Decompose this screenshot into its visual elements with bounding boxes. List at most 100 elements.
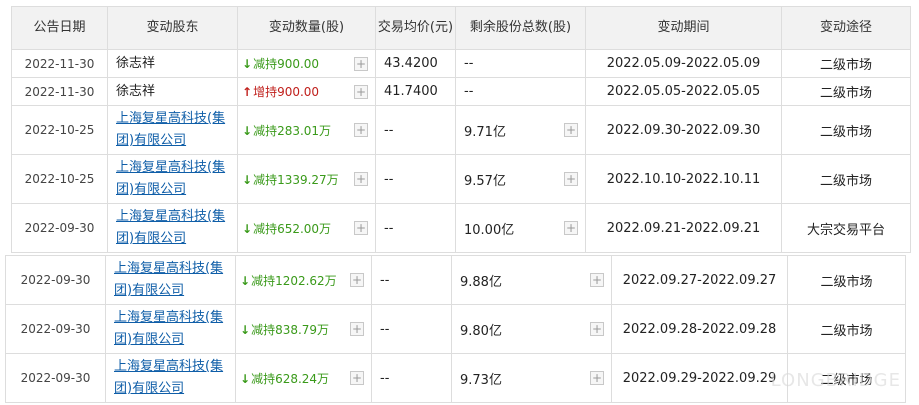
cell-change: ↓减持628.24万 + (235, 353, 372, 403)
holder-name: 徐志祥 (116, 55, 156, 71)
cell-holder: 徐志祥 (107, 77, 238, 106)
cell-holder: 上海复星高科技(集团)有限公司 (107, 154, 238, 204)
holder-link[interactable]: 上海复星高科技(集团)有限公司 (114, 310, 223, 347)
remaining-value: 9.71亿 (464, 124, 506, 140)
expand-plus-icon[interactable]: + (354, 84, 368, 99)
cell-change: ↓减持1202.62万 + (235, 255, 372, 305)
expand-plus-icon[interactable]: + (564, 172, 578, 186)
header-holder: 变动股东 (107, 6, 238, 50)
table-row: 2022-09-30 上海复星高科技(集团)有限公司 ↓减持1202.62万 + -- 9… (5, 255, 906, 305)
cell-holder: 上海复星高科技(集团)有限公司 (105, 255, 236, 305)
holder-link[interactable]: 上海复星高科技(集团)有限公司 (114, 261, 223, 298)
cell-price: 41.7400 (375, 77, 456, 106)
expand-plus-icon[interactable]: + (590, 322, 604, 336)
cell-route: 二级市场 (787, 304, 906, 354)
up-arrow-icon: ↑ (242, 85, 253, 99)
cell-date: 2022-09-30 (5, 304, 106, 354)
expand-plus-icon[interactable]: + (590, 273, 604, 287)
down-arrow-icon: ↓ (240, 273, 251, 288)
expand-plus-icon[interactable]: + (354, 123, 368, 137)
cell-date: 2022-09-30 (11, 203, 108, 253)
holder-link[interactable]: 上海复星高科技(集团)有限公司 (116, 160, 225, 197)
cell-date: 2022-10-25 (11, 154, 108, 204)
cell-price: -- (375, 203, 456, 253)
cell-remaining: 10.00亿 + (455, 203, 586, 253)
holder-name: 徐志祥 (116, 83, 156, 99)
expand-plus-icon[interactable]: + (564, 221, 578, 235)
header-route: 变动途径 (781, 6, 911, 50)
down-arrow-icon: ↓ (240, 322, 251, 337)
expand-plus-icon[interactable]: + (354, 221, 368, 235)
cell-period: 2022.09.21-2022.09.21 (585, 203, 782, 253)
cell-period: 2022.09.29-2022.09.29 (611, 353, 788, 403)
header-remaining: 剩余股份总数(股) (455, 6, 586, 50)
table-row: 2022-09-30 上海复星高科技(集团)有限公司 ↓减持838.79万 + -- 9.… (5, 304, 906, 354)
change-value: 减持1202.62万 (251, 273, 337, 288)
cell-price: -- (371, 353, 452, 403)
change-value: 减持283.01万 (253, 123, 332, 138)
down-arrow-icon: ↓ (242, 172, 253, 187)
table-header-row: 公告日期 变动股东 变动数量(股) 交易均价(元) 剩余股份总数(股) 变动期间… (11, 6, 911, 50)
expand-plus-icon[interactable]: + (354, 56, 368, 71)
cell-holder: 上海复星高科技(集团)有限公司 (105, 353, 236, 403)
expand-plus-icon[interactable]: + (350, 322, 364, 336)
holder-link[interactable]: 上海复星高科技(集团)有限公司 (116, 111, 225, 148)
holder-change-table: 公告日期 变动股东 变动数量(股) 交易均价(元) 剩余股份总数(股) 变动期间… (11, 6, 911, 253)
cell-change: ↓减持1339.27万 + (237, 154, 376, 204)
cell-route: 二级市场 (781, 49, 911, 78)
header-price: 交易均价(元) (375, 6, 456, 50)
cell-change: ↑增持900.00 + (237, 77, 376, 106)
change-value: 减持1339.27万 (253, 172, 339, 187)
cell-price: -- (375, 154, 456, 204)
cell-period: 2022.10.10-2022.10.11 (585, 154, 782, 204)
cell-period: 2022.05.05-2022.05.05 (585, 77, 782, 106)
cell-period: 2022.05.09-2022.05.09 (585, 49, 782, 78)
change-value: 减持838.79万 (251, 322, 330, 337)
change-value: 增持900.00 (253, 85, 320, 99)
cell-date: 2022-11-30 (11, 77, 108, 106)
cell-date: 2022-10-25 (11, 105, 108, 155)
cell-remaining: 9.57亿 + (455, 154, 586, 204)
cell-price: -- (371, 304, 452, 354)
cell-period: 2022.09.28-2022.09.28 (611, 304, 788, 354)
cell-route: 二级市场 (781, 77, 911, 106)
cell-price: -- (375, 105, 456, 155)
cell-remaining: 9.80亿 + (451, 304, 612, 354)
expand-plus-icon[interactable]: + (354, 172, 368, 186)
cell-route: 二级市场 (787, 255, 906, 305)
down-arrow-icon: ↓ (242, 221, 253, 236)
table-row: 2022-09-30 上海复星高科技(集团)有限公司 ↓减持652.00万 + -- 10… (11, 203, 911, 253)
cell-holder: 上海复星高科技(集团)有限公司 (107, 105, 238, 155)
cell-change: ↓减持283.01万 + (237, 105, 376, 155)
remaining-value: -- (464, 56, 474, 71)
cell-remaining: 9.71亿 + (455, 105, 586, 155)
holder-link[interactable]: 上海复星高科技(集团)有限公司 (116, 209, 225, 246)
down-arrow-icon: ↓ (242, 57, 253, 71)
expand-plus-icon[interactable]: + (350, 371, 364, 385)
change-value: 减持652.00万 (253, 221, 332, 236)
remaining-value: 9.80亿 (460, 323, 502, 339)
cell-change: ↓减持652.00万 + (237, 203, 376, 253)
cell-route: 二级市场 (781, 154, 911, 204)
header-date: 公告日期 (11, 6, 108, 50)
change-value: 减持900.00 (253, 57, 320, 71)
down-arrow-icon: ↓ (242, 123, 253, 138)
cell-holder: 徐志祥 (107, 49, 238, 78)
expand-plus-icon[interactable]: + (590, 371, 604, 385)
header-period: 变动期间 (585, 6, 782, 50)
cell-period: 2022.09.27-2022.09.27 (611, 255, 788, 305)
table-row: 2022-11-30 徐志祥 ↓减持900.00 +43.4200 -- 2022.05.… (11, 49, 911, 78)
remaining-value: 9.57亿 (464, 173, 506, 189)
cell-remaining: 9.88亿 + (451, 255, 612, 305)
remaining-value: -- (464, 84, 474, 99)
cell-holder: 上海复星高科技(集团)有限公司 (107, 203, 238, 253)
change-value: 减持628.24万 (251, 371, 330, 386)
expand-plus-icon[interactable]: + (564, 123, 578, 137)
cell-route: 大宗交易平台 (781, 203, 911, 253)
expand-plus-icon[interactable]: + (350, 273, 364, 287)
remaining-value: 10.00亿 (464, 222, 515, 238)
cell-remaining: -- (455, 77, 586, 106)
holder-link[interactable]: 上海复星高科技(集团)有限公司 (114, 359, 223, 396)
cell-route: 二级市场 (781, 105, 911, 155)
cell-change: ↓减持838.79万 + (235, 304, 372, 354)
